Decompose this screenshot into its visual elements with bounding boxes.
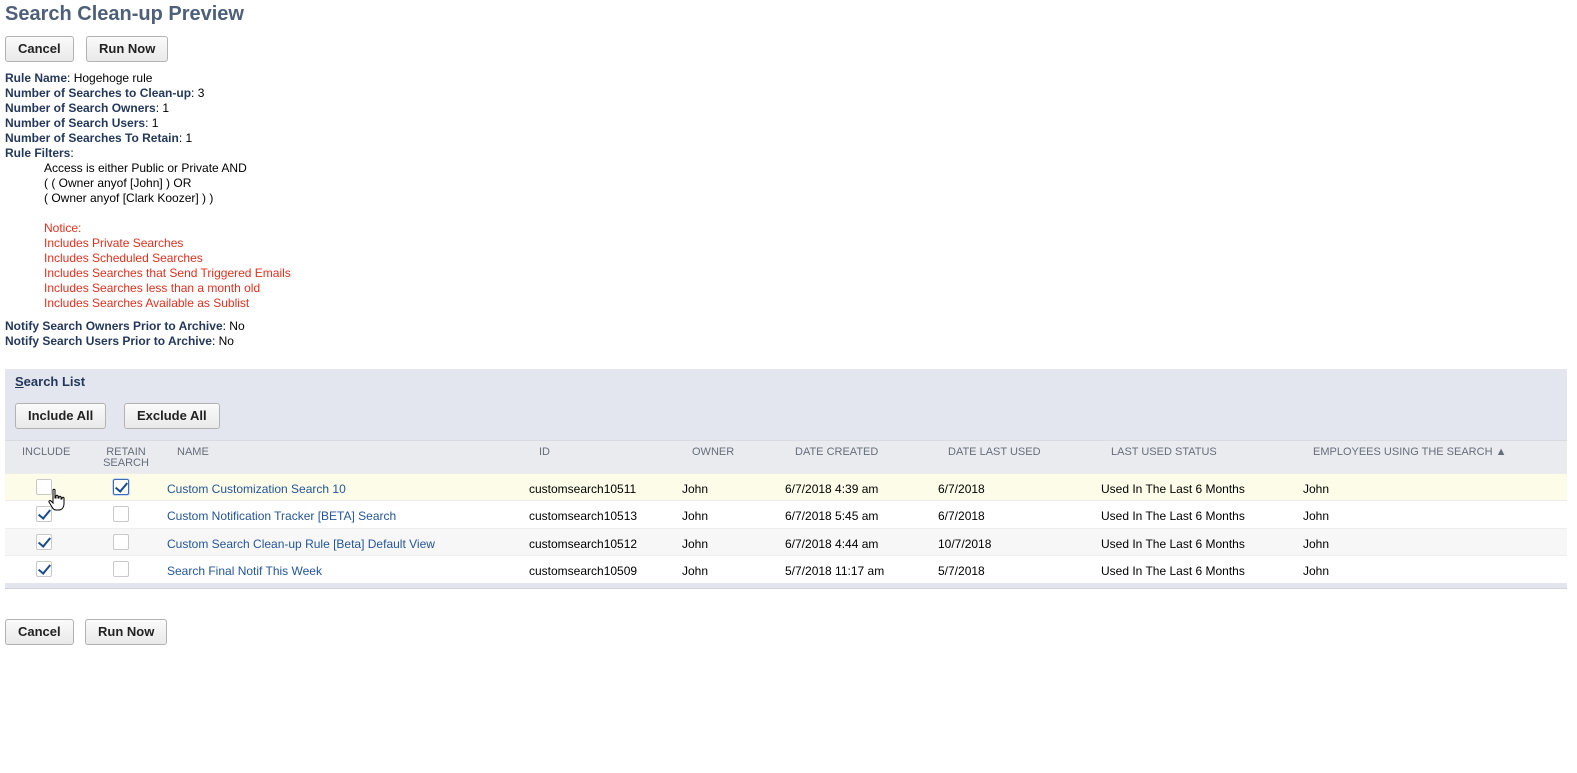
run-now-button-bottom[interactable]: Run Now — [85, 619, 168, 645]
include-checkbox[interactable] — [36, 561, 52, 577]
retain-count-label: Number of Searches To Retain — [5, 131, 179, 145]
users-count-value: 1 — [151, 116, 159, 130]
search-id: customsearch10513 — [529, 509, 638, 523]
page-title: Search Clean-up Preview — [5, 3, 244, 25]
column-header-id[interactable]: ID — [539, 447, 550, 458]
users-count-label: Number of Search Users — [5, 116, 146, 130]
column-header-name[interactable]: NAME — [177, 447, 209, 458]
last-used-status: Used In The Last 6 Months — [1101, 564, 1245, 578]
search-name-link[interactable]: Search Final Notif This Week — [167, 564, 322, 578]
rule-name-value: Hogehoge rule — [73, 71, 153, 85]
last-used-status: Used In The Last 6 Months — [1101, 537, 1245, 551]
owners-count-label: Number of Search Owners — [5, 101, 156, 115]
date-last-used: 6/7/2018 — [938, 509, 985, 523]
date-created: 5/7/2018 11:17 am — [785, 564, 885, 578]
date-created: 6/7/2018 5:45 am — [785, 509, 879, 523]
notice-line: Includes Searches that Send Triggered Em… — [44, 266, 291, 280]
employees-using: John — [1303, 564, 1330, 578]
table-row: Custom Search Clean-up Rule [Beta] Defau… — [5, 528, 1567, 556]
column-header-date-last-used[interactable]: DATE LAST USED — [948, 447, 1041, 458]
retain-checkbox[interactable] — [113, 506, 129, 522]
cancel-button-top[interactable]: Cancel — [5, 36, 74, 62]
search-list-title: Search List — [15, 374, 86, 389]
employees-using: John — [1303, 537, 1330, 551]
retain-count-value: 1 — [185, 131, 193, 145]
rule-summary: Rule Name: Hogehoge rule Number of Searc… — [5, 71, 291, 310]
column-header-employees[interactable]: EMPLOYEES USING THE SEARCH ▲ — [1313, 447, 1506, 458]
owners-count-value: 1 — [162, 101, 170, 115]
notify-owners-label: Notify Search Owners Prior to Archive — [5, 319, 223, 333]
notify-users-value: No — [218, 334, 234, 348]
table-header: INCLUDE RETAIN SEARCH NAME ID OWNER DATE… — [5, 440, 1567, 476]
hand-cursor-icon — [48, 488, 65, 511]
search-id: customsearch10511 — [529, 482, 637, 496]
notify-settings: Notify Search Owners Prior to Archive: N… — [5, 319, 245, 348]
rule-filter-line: Access is either Public or Private AND — [44, 161, 247, 175]
notify-users-label: Notify Search Users Prior to Archive — [5, 334, 212, 348]
exclude-all-button[interactable]: Exclude All — [124, 403, 220, 429]
search-list-panel: Search List Include All Exclude All INCL… — [5, 369, 1567, 589]
notice-line: Includes Scheduled Searches — [44, 251, 203, 265]
table-row: Custom Notification Tracker [BETA] Searc… — [5, 500, 1567, 528]
search-owner: John — [682, 564, 709, 578]
search-owner: John — [682, 537, 709, 551]
employees-using: John — [1303, 482, 1330, 496]
searches-count-label: Number of Searches to Clean-up — [5, 86, 192, 100]
column-header-date-created[interactable]: DATE CREATED — [795, 447, 878, 458]
table-row: Custom Customization Search 10 customsea… — [5, 473, 1567, 501]
rule-filters-label: Rule Filters — [5, 146, 71, 160]
search-id: customsearch10512 — [529, 537, 638, 551]
notice-heading: Notice: — [44, 221, 82, 235]
include-all-button[interactable]: Include All — [15, 403, 107, 429]
rule-filter-line: ( Owner anyof [Clark Koozer] ) ) — [44, 191, 214, 205]
employees-using: John — [1303, 509, 1330, 523]
retain-checkbox[interactable] — [113, 534, 129, 550]
rule-filter-line: ( ( Owner anyof [John] ) OR — [44, 176, 192, 190]
retain-checkbox[interactable] — [113, 479, 129, 495]
date-last-used: 10/7/2018 — [938, 537, 992, 551]
notice-line: Includes Private Searches — [44, 236, 184, 250]
search-name-link[interactable]: Custom Customization Search 10 — [167, 482, 346, 496]
date-created: 6/7/2018 4:39 am — [785, 482, 879, 496]
include-checkbox[interactable] — [36, 534, 52, 550]
notice-line: Includes Searches Available as Sublist — [44, 296, 250, 310]
column-header-last-used-status[interactable]: LAST USED STATUS — [1111, 447, 1217, 458]
last-used-status: Used In The Last 6 Months — [1101, 509, 1245, 523]
retain-checkbox[interactable] — [113, 561, 129, 577]
search-name-link[interactable]: Custom Search Clean-up Rule [Beta] Defau… — [167, 537, 435, 551]
search-id: customsearch10509 — [529, 564, 638, 578]
date-created: 6/7/2018 4:44 am — [785, 537, 879, 551]
column-header-owner[interactable]: OWNER — [692, 447, 734, 458]
last-used-status: Used In The Last 6 Months — [1101, 482, 1245, 496]
column-header-retain-search[interactable]: RETAIN SEARCH — [101, 447, 151, 469]
date-last-used: 5/7/2018 — [938, 564, 985, 578]
column-header-include[interactable]: INCLUDE — [22, 447, 70, 458]
search-owner: John — [682, 509, 709, 523]
rule-name-label: Rule Name — [5, 71, 68, 85]
searches-count-value: 3 — [197, 86, 205, 100]
date-last-used: 6/7/2018 — [938, 482, 985, 496]
search-owner: John — [682, 482, 709, 496]
notice-line: Includes Searches less than a month old — [44, 281, 261, 295]
search-name-link[interactable]: Custom Notification Tracker [BETA] Searc… — [167, 509, 396, 523]
cancel-button-bottom[interactable]: Cancel — [5, 619, 74, 645]
table-row: Search Final Notif This Week customsearc… — [5, 555, 1567, 583]
run-now-button-top[interactable]: Run Now — [86, 36, 169, 62]
notify-owners-value: No — [229, 319, 245, 333]
